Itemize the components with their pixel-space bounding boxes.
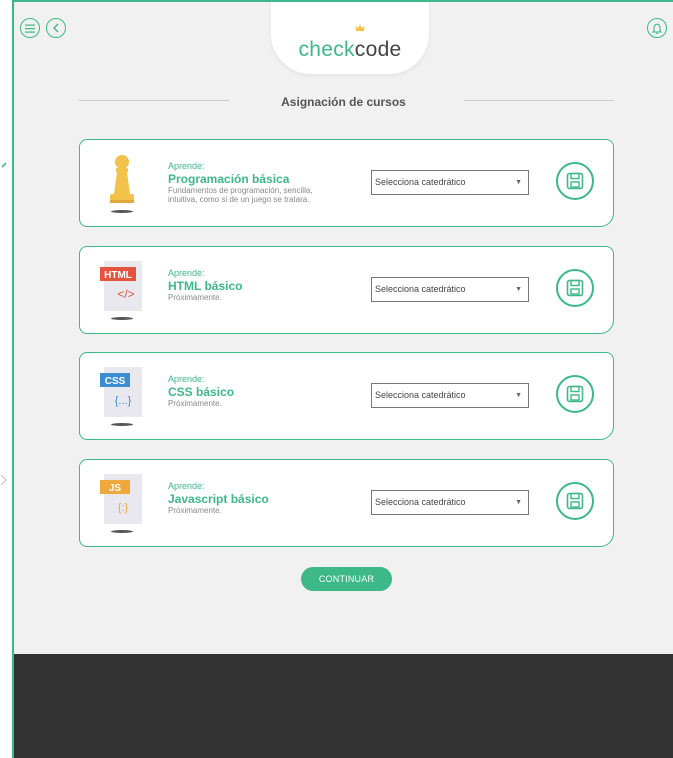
save-icon — [566, 385, 584, 403]
course-title: HTML básico — [168, 279, 243, 293]
notifications-button[interactable] — [647, 18, 667, 38]
js-label: JS — [109, 483, 122, 494]
icon-shadow — [111, 423, 133, 426]
css-file-icon: CSS {...} — [96, 363, 148, 427]
save-button[interactable] — [556, 162, 594, 200]
icon-shadow — [111, 317, 133, 320]
save-button[interactable] — [556, 375, 594, 413]
course-description: Próximamente. — [168, 293, 222, 302]
back-button[interactable] — [46, 18, 66, 38]
teacher-select[interactable]: Selecciona catedrático ▼ — [371, 277, 529, 302]
logo-text: checkcode — [298, 38, 402, 61]
html-file-icon: HTML </> — [96, 257, 148, 321]
continue-button[interactable]: CONTINUAR — [301, 567, 392, 591]
crown-icon — [355, 24, 365, 31]
bell-icon — [652, 23, 662, 34]
course-card-javascript: JS {:} Aprende: Javascript básico Próxim… — [79, 459, 614, 547]
css-label: CSS — [105, 376, 126, 387]
menu-icon — [25, 24, 35, 33]
aprende-label: Aprende: — [168, 161, 205, 171]
teacher-select[interactable]: Selecciona catedrático ▼ — [371, 490, 529, 515]
page-title: Asignación de cursos — [281, 95, 406, 109]
chevron-down-icon: ▼ — [515, 392, 522, 399]
save-icon — [566, 279, 584, 297]
html-label: HTML — [104, 270, 132, 281]
save-icon — [566, 172, 584, 190]
course-description: Próximamente. — [168, 506, 222, 515]
css-code-symbol: {...} — [115, 395, 132, 407]
aprende-label: Aprende: — [168, 374, 205, 384]
icon-shadow — [111, 530, 133, 533]
divider-right — [464, 100, 614, 101]
aprende-label: Aprende: — [168, 268, 205, 278]
chevron-down-icon: ▼ — [515, 499, 522, 506]
course-title: Javascript básico — [168, 492, 269, 506]
teacher-select[interactable]: Selecciona catedrático ▼ — [371, 383, 529, 408]
app-frame: checkcode Asignación de cursos Aprende: … — [12, 0, 673, 758]
chevron-down-icon: ▼ — [515, 286, 522, 293]
js-file-icon: JS {:} — [96, 470, 148, 534]
icon-shadow — [111, 210, 133, 213]
chevron-right-icon — [0, 474, 7, 486]
logo[interactable]: checkcode — [271, 2, 429, 74]
js-code-symbol: {:} — [118, 502, 129, 514]
save-button[interactable] — [556, 482, 594, 520]
aprende-label: Aprende: — [168, 481, 205, 491]
back-icon — [53, 23, 59, 33]
html-code-symbol: </> — [117, 287, 134, 301]
course-card-css: CSS {...} Aprende: CSS básico Próximamen… — [79, 352, 614, 440]
course-card-html: HTML </> Aprende: HTML básico Próximamen… — [79, 246, 614, 334]
pawn-icon — [96, 150, 148, 214]
course-description: Fundamentos de programación, sencilla, i… — [168, 186, 313, 204]
arrow-up-icon — [1, 162, 7, 168]
course-title: Programación básica — [168, 172, 290, 186]
menu-button[interactable] — [20, 18, 40, 38]
footer — [14, 654, 673, 758]
save-button[interactable] — [556, 269, 594, 307]
teacher-select[interactable]: Selecciona catedrático ▼ — [371, 170, 529, 195]
course-card-programacion: Aprende: Programación básica Fundamentos… — [79, 139, 614, 227]
chevron-down-icon: ▼ — [515, 179, 522, 186]
course-description: Próximamente. — [168, 399, 222, 408]
save-icon — [566, 492, 584, 510]
course-title: CSS básico — [168, 385, 235, 399]
